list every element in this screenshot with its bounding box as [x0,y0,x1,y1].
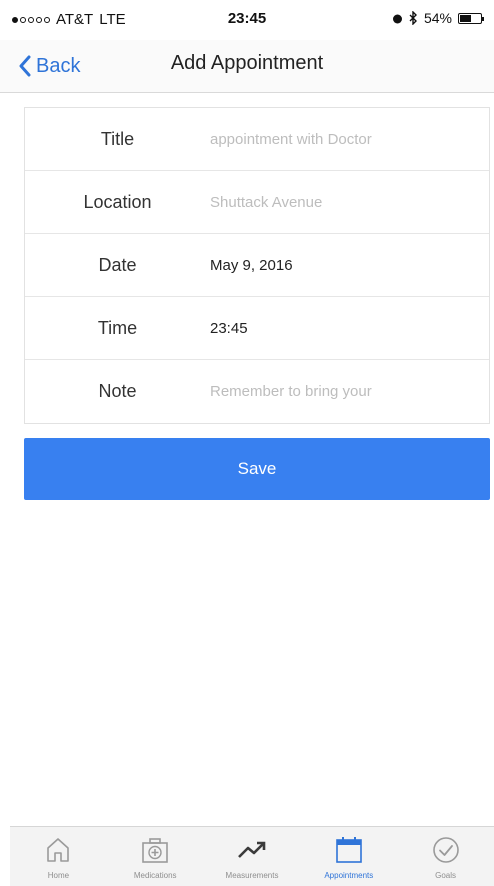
title-label: Title [100,128,135,149]
note-input[interactable] [210,371,489,412]
form-row-time: Time [25,297,489,360]
title-input[interactable] [210,119,489,159]
tab-bar: Home Medications Measurements Appointmen… [10,826,494,886]
calendar-icon [332,833,366,867]
home-icon [41,833,75,867]
form-row-title: Title [25,108,489,171]
checkmark-circle-icon [429,833,463,867]
save-button[interactable]: Save [24,438,490,500]
tab-home-label: Home [47,871,70,880]
battery-icon [458,12,484,24]
appointment-form: Title Location Date Time Note [24,107,490,424]
medical-kit-icon [138,833,172,867]
bluetooth-icon [409,11,417,25]
alarm-icon [392,14,402,23]
tab-medications-label: Medications [133,871,177,880]
tab-appointments-label: Appointments [324,871,374,880]
tab-measurements-label: Measurements [225,871,279,880]
tab-goals[interactable]: Goals [397,827,494,886]
time-label: Time [97,317,138,338]
note-label: Note [98,381,137,401]
form-row-location: Location [25,171,489,234]
tab-medications[interactable]: Medications [107,827,204,886]
tab-measurements[interactable]: Measurements [204,827,301,886]
status-bar: AT&T LTE 23:45 54% [0,0,494,40]
trend-up-icon [235,833,269,867]
tab-home[interactable]: Home [10,827,107,886]
page-title: Add Appointment [170,52,324,74]
status-right: 54% [392,10,484,26]
location-input[interactable] [210,182,489,222]
time-input[interactable] [210,308,489,348]
battery-percent: 54% [423,10,452,26]
tab-goals-label: Goals [435,871,457,880]
form-row-note: Note [25,360,489,423]
date-label: Date [98,254,137,275]
form-row-date: Date [25,234,489,297]
date-input[interactable] [210,245,489,285]
location-label: Location [83,191,152,212]
tab-appointments[interactable]: Appointments [300,827,397,886]
nav-bar: Back Add Appointment [0,40,494,93]
